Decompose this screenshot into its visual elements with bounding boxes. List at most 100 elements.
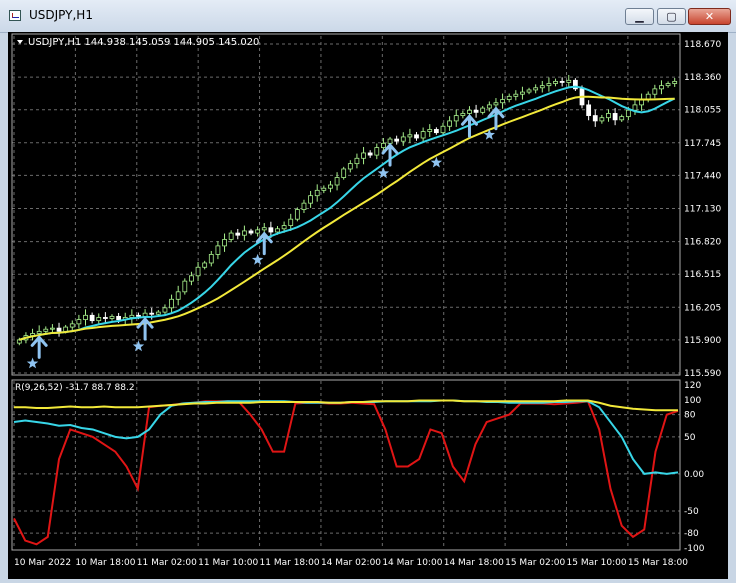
candle-body [109,315,115,319]
candle-body [546,83,552,87]
candle-body [162,307,168,313]
candle-body [43,328,49,332]
candle-body [672,80,678,84]
candle-body [367,152,373,156]
candle-body [440,125,446,134]
candle-body [36,330,42,334]
candle-body [460,113,466,116]
candle-body [235,232,241,236]
candle-body [539,85,545,89]
candle-body [308,195,313,204]
candle-body [553,80,558,84]
candle-body [347,163,353,170]
candle-body [414,134,419,139]
y-tick-label: 117.130 [684,205,721,215]
y-tick-label: 50 [684,433,696,443]
x-tick-label: 15 Mar 18:00 [628,558,688,568]
y-tick-label: 118.055 [684,106,721,116]
candle-body [242,230,247,236]
candle-body [321,187,327,191]
y-tick-label: 116.205 [684,303,721,313]
y-tick-label: 115.900 [684,336,721,346]
x-tick-label: 15 Mar 10:00 [567,558,627,568]
candle-body [50,327,55,330]
candle-body [381,142,386,149]
indicator-title: R(9,26,52) -31.7 88.7 88.2 [15,383,135,393]
candle-body [632,104,638,111]
y-tick-label: 117.440 [684,171,721,181]
candle-body [83,314,88,320]
candle-body [175,291,181,300]
candle-body [155,311,161,315]
candle-body [606,113,611,119]
candle-body [665,83,671,87]
candle-body [361,152,366,159]
candle-body [394,138,400,142]
candle-body [142,312,148,317]
y-tick-label: 118.360 [684,73,721,83]
candle-body [314,189,320,197]
chart-canvas[interactable]: 10 Mar 2022 10 Mar 18:00 11 Mar 02:00 11 Ma… [0,0,736,583]
y-tick-label: 117.745 [684,139,721,149]
candle-body [533,87,539,91]
y-tick-label: 80 [684,411,696,421]
y-tick-label: 0.00 [684,470,704,480]
y-tick-label: 115.590 [684,369,721,379]
candle-body [486,104,492,109]
candle-body [301,202,307,210]
candle-body [189,275,194,282]
candle-body [374,147,380,156]
candle-body [652,88,658,95]
candle-body [102,317,108,319]
candle-body [182,280,188,293]
candle-body [334,177,340,186]
y-tick-label: 116.820 [684,238,721,248]
candle-body [129,314,135,318]
candle-body [341,168,347,178]
candle-body [294,209,300,220]
x-tick-label: 10 Mar 18:00 [75,558,135,568]
candle-body [222,239,227,247]
chart-background [8,32,728,579]
candle-body [268,227,274,233]
candle-body [592,115,598,122]
candle-body [612,113,618,121]
candle-body [407,134,413,138]
candle-body [559,80,565,83]
x-tick-label: 14 Mar 10:00 [382,558,442,568]
x-tick-label: 14 Mar 18:00 [444,558,504,568]
candle-body [526,89,532,93]
candle-body [420,131,426,139]
candle-body [566,79,572,83]
candle-body [473,109,479,113]
x-tick-label: 11 Mar 10:00 [198,558,258,568]
candle-body [354,157,360,165]
y-tick-label: 120 [684,381,701,391]
candle-body [195,266,201,277]
candle-body [453,115,459,122]
x-tick-label: 15 Mar 02:00 [505,558,565,568]
x-tick-label: 14 Mar 02:00 [321,558,381,568]
candle-body [248,230,254,234]
x-tick-label: 10 Mar 2022 [14,558,71,568]
candle-body [619,116,625,121]
y-tick-label: 118.670 [684,40,721,50]
candle-body [447,120,452,127]
candle-body [625,109,631,118]
candle-body [261,227,267,231]
candle-body [400,136,406,142]
candle-body [89,314,95,322]
candle-body [56,327,62,332]
candle-body [202,262,208,268]
candle-body [513,93,519,97]
candle-body [328,184,333,189]
candle-body [69,323,75,328]
candle-body [599,117,605,122]
y-tick-label: -80 [684,529,699,539]
x-tick-label: 11 Mar 18:00 [260,558,320,568]
candle-body [169,298,174,309]
candle-body [281,225,287,230]
y-tick-label: 116.515 [684,270,721,280]
x-tick-label: 11 Mar 02:00 [137,558,197,568]
candle-body [387,138,393,144]
